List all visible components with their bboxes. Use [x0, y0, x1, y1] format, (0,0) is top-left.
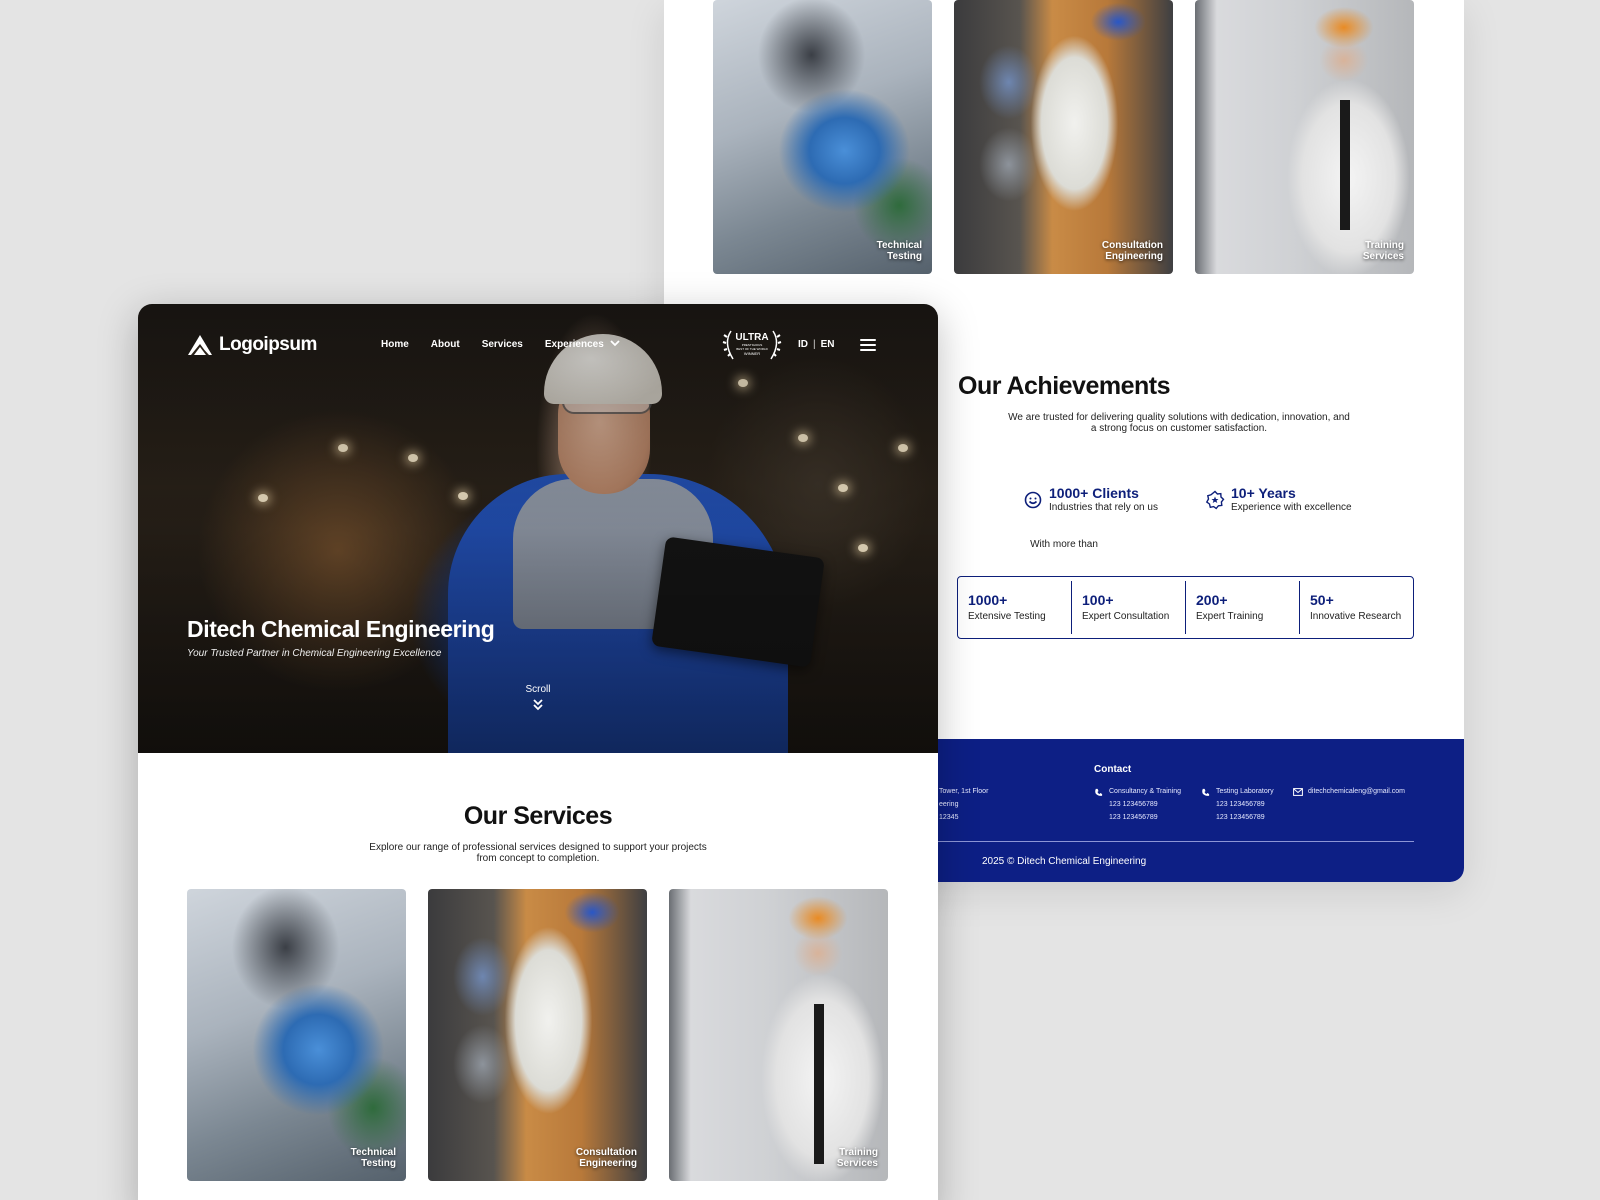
nav-links: Home About Services Experiences [381, 339, 642, 350]
footer-contact-title: Contact [1094, 764, 1132, 775]
service-card-label: Consultation Engineering [547, 1147, 637, 1169]
badge-star-icon [1205, 490, 1225, 510]
brand-logo-text: Logoipsum [219, 334, 317, 355]
service-card-consultation-engineering[interactable]: Consultation Engineering [954, 0, 1173, 274]
service-card-label: Training Services [1314, 240, 1404, 262]
service-card-label: Technical Testing [832, 240, 922, 262]
nav-about[interactable]: About [431, 339, 460, 350]
highlight-caption: Industries that rely on us [1049, 502, 1158, 513]
achievements-description: We are trusted for delivering quality so… [1008, 412, 1350, 434]
service-card-consultation-engineering[interactable]: Consultation Engineering [428, 889, 647, 1181]
service-card-label-line2: Engineering [579, 1158, 637, 1169]
hero-section: Logoipsum Home About Services Experience… [138, 304, 938, 753]
service-card-technical-testing[interactable]: Technical Testing [713, 0, 932, 274]
service-card-technical-testing[interactable]: Technical Testing [187, 889, 406, 1181]
tie-graphic [1339, 100, 1350, 230]
scroll-indicator[interactable]: Scroll [508, 684, 568, 715]
nav-experiences-dropdown[interactable]: Experiences [545, 339, 620, 350]
mail-icon [1293, 788, 1303, 796]
service-card-training-services[interactable]: Training Services [1195, 0, 1414, 274]
stat-cell: 50+ Innovative Research [1300, 581, 1413, 634]
stat-value: 100+ [1082, 592, 1114, 608]
footer-copyright: 2025 © Ditech Chemical Engineering [982, 856, 1147, 867]
laurel-wreath-icon [722, 330, 782, 360]
stat-label: Extensive Testing [968, 611, 1046, 622]
stats-box: 1000+ Extensive Testing 100+ Expert Cons… [957, 576, 1414, 639]
brand-logo[interactable]: Logoipsum [187, 334, 317, 356]
footer-address-line: Tower, 1st Floor [939, 788, 989, 795]
footer-address: Tower, 1st Floor eering 12345 [939, 785, 988, 824]
service-card-label-line2: Engineering [1105, 251, 1163, 262]
nav-home[interactable]: Home [381, 339, 409, 350]
hero-subtitle: Your Trusted Partner in Chemical Enginee… [187, 648, 442, 659]
contact-name: Consultancy & Training [1109, 788, 1181, 795]
tie-graphic [813, 1004, 824, 1164]
stat-value: 200+ [1196, 592, 1228, 608]
lang-id[interactable]: ID [798, 339, 808, 350]
highlight-clients: 1000+ Clients Industries that rely on us [1023, 484, 1158, 520]
service-card-label-line1: Technical [350, 1147, 396, 1158]
service-card-label-line2: Services [836, 1158, 878, 1169]
stat-label: Expert Training [1196, 611, 1264, 622]
service-card-label-line2: Testing [887, 251, 922, 262]
hamburger-line [860, 349, 876, 351]
service-card-label: Technical Testing [306, 1147, 396, 1169]
stat-value: 1000+ [968, 592, 1008, 608]
hamburger-menu-icon[interactable] [860, 339, 876, 352]
service-card-label-line1: Consultation [1101, 240, 1163, 251]
service-card-training-services[interactable]: Training Services [669, 889, 888, 1181]
footer-email[interactable]: ditechchemicaleng@gmail.com [1308, 785, 1405, 798]
service-card-label-line1: Consultation [575, 1147, 637, 1158]
top-navbar: Logoipsum Home About Services Experience… [138, 304, 938, 384]
language-switcher: ID | EN [798, 339, 835, 350]
service-card-label-line1: Training [1365, 240, 1404, 251]
service-card-label-line1: Training [839, 1147, 878, 1158]
highlight-value: 10+ Years [1231, 485, 1296, 501]
service-card-label: Consultation Engineering [1073, 240, 1163, 262]
services-title: Our Services [463, 802, 613, 830]
contact-phone[interactable]: 123 123456789 [1109, 811, 1181, 824]
hamburger-line [860, 344, 876, 346]
award-badge: ULTRA PRESTIGIOUS BEST OF THE WORLD WINN… [721, 329, 783, 361]
services-description: Explore our range of professional servic… [369, 842, 707, 864]
contact-phone[interactable]: 123 123456789 [1109, 798, 1181, 811]
contact-name: Testing Laboratory [1216, 788, 1274, 795]
hero-title: Ditech Chemical Engineering [187, 616, 495, 642]
nav-services[interactable]: Services [482, 339, 523, 350]
footer-address-line: eering [939, 801, 959, 808]
smile-icon [1024, 491, 1042, 509]
contact-phone[interactable]: 123 123456789 [1216, 798, 1274, 811]
stat-value: 50+ [1310, 592, 1334, 608]
lang-en[interactable]: EN [821, 339, 835, 350]
service-card-label-line2: Testing [361, 1158, 396, 1169]
footer-contact-consultancy[interactable]: Consultancy & Training 123 123456789 123… [1109, 785, 1181, 824]
highlight-years: 10+ Years Experience with excellence [1205, 484, 1352, 520]
highlight-value: 1000+ Clients [1049, 485, 1139, 501]
front-page-preview: Logoipsum Home About Services Experience… [138, 304, 938, 1200]
stat-label: Expert Consultation [1082, 611, 1170, 622]
stat-cell: 100+ Expert Consultation [1072, 581, 1186, 634]
highlight-caption: Experience with excellence [1231, 502, 1352, 513]
services-cards-row: Technical Testing Consultation Engineeri… [713, 0, 1415, 274]
phone-icon [1095, 788, 1103, 796]
footer-contact-testing-lab[interactable]: Testing Laboratory 123 123456789 123 123… [1216, 785, 1274, 824]
stat-cell: 1000+ Extensive Testing [958, 581, 1072, 634]
hamburger-line [860, 339, 876, 341]
services-cards-row: Technical Testing Consultation Engineeri… [187, 889, 889, 1181]
footer-divider [934, 841, 1414, 842]
service-card-label-line1: Technical [876, 240, 922, 251]
logo-mark-icon [188, 335, 212, 355]
stat-cell: 200+ Expert Training [1186, 581, 1300, 634]
service-card-label: Training Services [788, 1147, 878, 1169]
stat-label: Innovative Research [1310, 611, 1402, 622]
chevron-down-icon [610, 340, 620, 347]
nav-experiences-label: Experiences [544, 339, 604, 350]
phone-icon [1202, 788, 1210, 796]
scroll-label: Scroll [525, 684, 551, 695]
service-card-label-line2: Services [1362, 251, 1404, 262]
contact-phone[interactable]: 123 123456789 [1216, 811, 1274, 824]
footer-address-line: 12345 [939, 814, 959, 821]
double-chevron-down-icon [533, 699, 543, 711]
lang-separator: | [813, 339, 816, 350]
